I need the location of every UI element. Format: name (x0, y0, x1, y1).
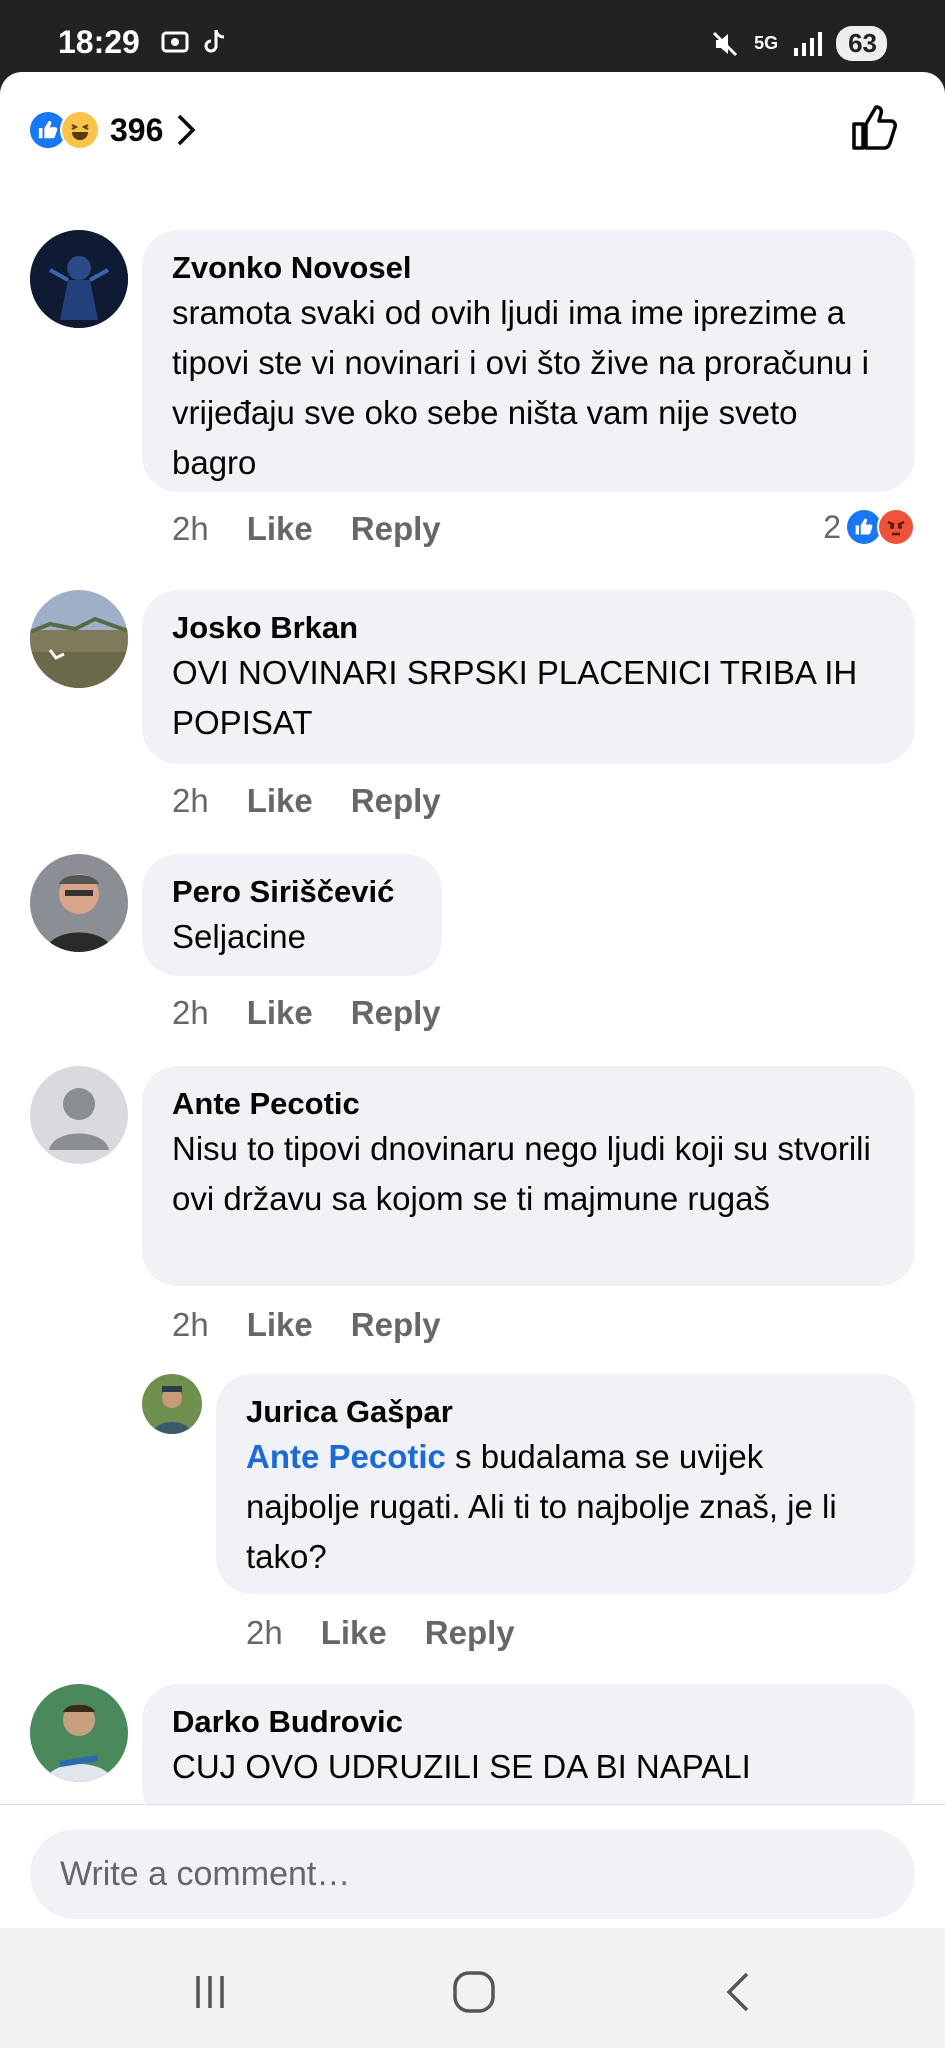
recent-apps-icon (196, 1976, 224, 2008)
avatar[interactable] (142, 1374, 202, 1434)
comment-time: 2h (172, 994, 209, 1031)
avatar[interactable] (30, 1066, 128, 1164)
back-icon (726, 1972, 749, 2012)
avatar[interactable] (30, 230, 128, 328)
reply-button[interactable]: Reply (425, 1614, 515, 1652)
comment-text: OVI NOVINARI SRPSKI PLACENICI TRIBA IH P… (172, 654, 858, 741)
comment-author[interactable]: Ante Pecotic (172, 1084, 885, 1124)
home-button[interactable] (444, 1968, 504, 2016)
reaction-count: 396 (110, 111, 164, 148)
reply-button[interactable]: Reply (351, 510, 441, 548)
comment-actions: 2h Like Reply (172, 994, 441, 1032)
haha-reaction-icon (60, 110, 100, 150)
comment-input[interactable] (30, 1829, 915, 1919)
like-button[interactable]: Like (247, 1306, 313, 1344)
home-icon (453, 1971, 495, 2013)
comment-bubble[interactable]: Zvonko Novosel sramota svaki od ovih lju… (142, 230, 915, 492)
comment-item: Zvonko Novosel sramota svaki od ovih lju… (30, 230, 915, 547)
comment-time: 2h (172, 510, 209, 547)
status-time: 18:29 (58, 24, 140, 60)
tiktok-icon (204, 29, 225, 53)
reply-button[interactable]: Reply (351, 782, 441, 820)
status-left-icons (160, 28, 228, 56)
comment-author[interactable]: Darko Budrovic (172, 1702, 885, 1742)
mute-icon (713, 31, 738, 56)
comment-item: Darko Budrovic CUJ OVO UDRUZILI SE DA BI… (30, 1684, 915, 1824)
avatar[interactable] (30, 1684, 128, 1782)
comment-time: 2h (172, 1306, 209, 1343)
reactions-header: 396 (0, 72, 945, 192)
angry-reaction-icon (877, 508, 915, 546)
comment-item: Pero Siriščević Seljacine 2h Like Reply (30, 854, 915, 1034)
comment-author[interactable]: Jurica Gašpar (246, 1392, 885, 1432)
chevron-right-icon (178, 114, 196, 146)
comment-composer (0, 1804, 945, 1928)
comment-author[interactable]: Pero Siriščević (172, 872, 412, 912)
comment-reaction-count: 2 (823, 508, 841, 545)
comment-bubble[interactable]: Jurica Gašpar Ante Pecotic s budalama se… (216, 1374, 915, 1594)
comment-actions: 2h Like Reply (172, 510, 441, 548)
comment-text: Nisu to tipovi dnovinaru nego ljudi koji… (172, 1130, 871, 1217)
back-button[interactable] (708, 1968, 768, 2016)
comment-item: Josko Brkan OVI NOVINARI SRPSKI PLACENIC… (30, 590, 915, 820)
network-label: 5G (754, 33, 779, 53)
avatar[interactable] (30, 590, 128, 688)
mention-link[interactable]: Ante Pecotic (246, 1438, 446, 1475)
like-button[interactable]: Like (321, 1614, 387, 1652)
comment-actions: 2h Like Reply (246, 1614, 515, 1652)
comment-author[interactable]: Josko Brkan (172, 608, 885, 648)
comment-text: Ante Pecotic s budalama se uvijek najbol… (246, 1432, 885, 1582)
comment-bubble[interactable]: Josko Brkan OVI NOVINARI SRPSKI PLACENIC… (142, 590, 915, 764)
like-button[interactable]: Like (247, 994, 313, 1032)
screen-record-icon (161, 31, 189, 53)
comment-bubble[interactable]: Pero Siriščević Seljacine (142, 854, 442, 976)
reply-button[interactable]: Reply (351, 1306, 441, 1344)
comment-author[interactable]: Zvonko Novosel (172, 248, 885, 288)
comments-sheet: 396 Zvonko Novosel sramota svaki od ovih… (0, 72, 945, 1928)
comment-bubble[interactable]: Darko Budrovic CUJ OVO UDRUZILI SE DA BI… (142, 1684, 915, 1824)
signal-icon (794, 31, 823, 56)
comment-text: Seljacine (172, 918, 306, 955)
reply-item: Jurica Gašpar Ante Pecotic s budalama se… (142, 1374, 915, 1674)
reactions-summary-button[interactable]: 396 (28, 110, 197, 150)
avatar[interactable] (30, 854, 128, 952)
comment-actions: 2h Like Reply (172, 1306, 441, 1344)
like-button[interactable]: Like (247, 782, 313, 820)
comment-time: 2h (246, 1614, 283, 1651)
comment-bubble[interactable]: Ante Pecotic Nisu to tipovi dnovinaru ne… (142, 1066, 915, 1286)
like-button[interactable]: Like (247, 510, 313, 548)
comment-item: Ante Pecotic Nisu to tipovi dnovinaru ne… (30, 1066, 915, 1366)
comment-reactions[interactable]: 2 (823, 508, 915, 546)
status-bar: 18:29 5G 63 (0, 0, 945, 80)
reply-button[interactable]: Reply (351, 994, 441, 1032)
comment-time: 2h (172, 782, 209, 819)
recent-apps-button[interactable] (180, 1968, 240, 2016)
like-post-button[interactable] (849, 102, 899, 152)
system-navigation-bar (0, 1928, 945, 2048)
battery-indicator: 63 (836, 26, 887, 61)
comment-actions: 2h Like Reply (172, 782, 441, 820)
comment-text: CUJ OVO UDRUZILI SE DA BI NAPALI (172, 1748, 751, 1785)
status-right-icons: 5G 63 (710, 26, 887, 61)
comment-text: sramota svaki od ovih ljudi ima ime ipre… (172, 294, 869, 481)
